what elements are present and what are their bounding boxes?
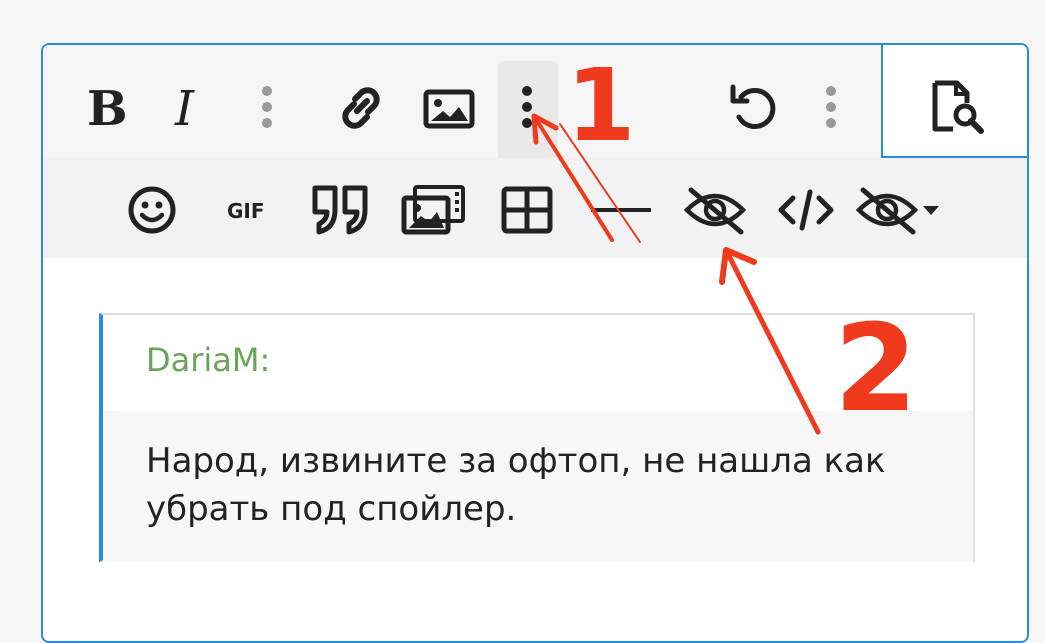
quote-body: Народ, извините за офтоп, не нашла как у… <box>103 411 973 562</box>
toolbar-primary: B I <box>43 45 883 158</box>
link-icon <box>342 87 380 129</box>
more-text-options-button[interactable] <box>259 85 275 129</box>
gif-icon: GIF <box>227 199 265 223</box>
media-gallery-button[interactable] <box>401 184 467 236</box>
image-icon <box>423 89 475 129</box>
editor-frame: B I GIF DariaM: Народ, извините за офтоп… <box>41 43 1029 643</box>
bold-icon: B <box>87 81 128 135</box>
insert-image-button[interactable] <box>423 89 475 129</box>
svg-text:GIF: GIF <box>227 199 265 223</box>
quote-block: DariaM: Народ, извините за офтоп, не наш… <box>99 313 975 562</box>
italic-icon: I <box>174 81 195 135</box>
spoiler-button[interactable] <box>681 184 749 236</box>
smiley-icon <box>128 186 176 234</box>
undo-button[interactable] <box>727 83 779 133</box>
gif-button[interactable]: GIF <box>225 194 275 226</box>
undo-icon <box>730 84 776 129</box>
quote-icon <box>312 185 368 235</box>
quote-header: DariaM: <box>103 315 973 411</box>
quote-text: Народ, извините за офтоп, не нашла как у… <box>146 441 886 529</box>
quote-button[interactable] <box>311 184 371 236</box>
code-button[interactable] <box>777 188 835 232</box>
emoji-button[interactable] <box>127 185 177 235</box>
toolbar-secondary: GIF <box>43 158 1027 258</box>
spoiler-dropdown-button[interactable] <box>855 184 947 236</box>
vertical-dots-icon <box>826 86 836 128</box>
eye-slash-dropdown-icon <box>855 187 939 235</box>
code-icon <box>778 189 834 231</box>
quote-author[interactable]: DariaM: <box>146 341 270 379</box>
italic-button[interactable]: I <box>171 79 211 135</box>
preview-panel <box>881 45 1027 158</box>
preview-button[interactable] <box>929 79 987 135</box>
insert-link-button[interactable] <box>333 81 389 135</box>
media-icon <box>401 185 465 235</box>
horizontal-line-icon <box>591 208 651 212</box>
document-search-icon <box>932 80 984 134</box>
bold-button[interactable]: B <box>81 79 131 135</box>
table-icon <box>501 186 553 234</box>
horizontal-line-button[interactable] <box>589 200 653 220</box>
more-insert-options-button[interactable] <box>519 85 535 129</box>
eye-slash-icon <box>683 187 747 235</box>
insert-table-button[interactable] <box>501 186 553 234</box>
chevron-down-icon <box>923 206 939 215</box>
svg-text:B: B <box>87 81 128 135</box>
vertical-dots-icon <box>262 86 272 128</box>
more-options-button[interactable] <box>823 85 839 129</box>
vertical-dots-icon <box>522 86 532 128</box>
svg-text:I: I <box>174 81 195 135</box>
